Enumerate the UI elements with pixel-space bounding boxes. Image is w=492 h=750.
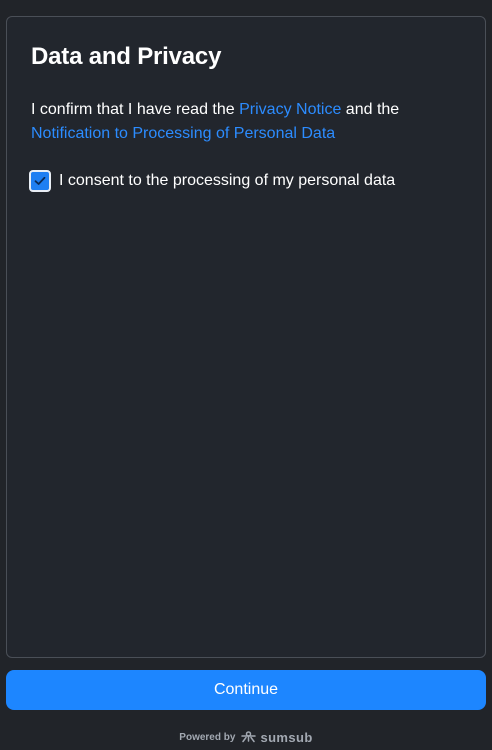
page-title: Data and Privacy (31, 43, 222, 70)
continue-button[interactable]: Continue (6, 670, 486, 710)
powered-by-footer: Powered by sumsub (0, 729, 492, 745)
confirm-prefix: I confirm that I have read the (31, 101, 240, 118)
consent-row[interactable]: I consent to the processing of my person… (29, 169, 395, 193)
consent-label: I consent to the processing of my person… (59, 172, 396, 189)
privacy-panel: Data and Privacy I confirm that I have r… (6, 16, 486, 658)
consent-checkbox[interactable] (29, 170, 51, 192)
privacy-notice-link[interactable]: Privacy Notice (239, 101, 341, 118)
notification-link[interactable]: Notification to Processing of Personal D… (31, 125, 335, 142)
sumsub-logo-icon (240, 731, 257, 743)
confirm-middle: and the (341, 101, 400, 118)
sumsub-brand-name: sumsub (260, 729, 313, 745)
confirm-text: I confirm that I have read the Privacy N… (31, 98, 471, 146)
checkmark-icon (34, 176, 46, 185)
powered-by-text: Powered by (179, 731, 236, 743)
